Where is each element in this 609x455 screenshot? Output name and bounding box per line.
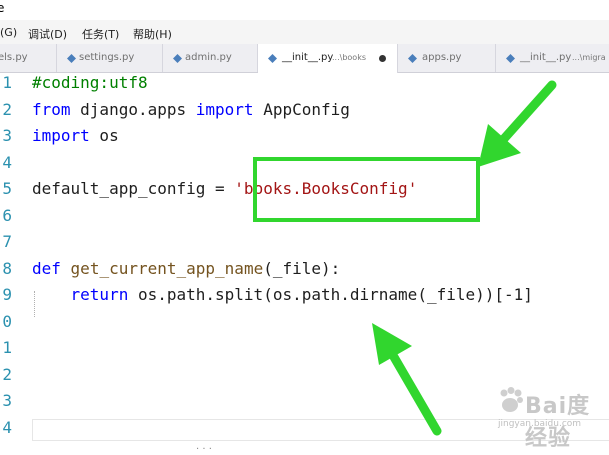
watermark-url: jingyan.baidu.com (498, 419, 582, 429)
arrow-top-right (478, 80, 557, 167)
baidu-jingyan-watermark: Bai度经验 jingyan.baidu.com (494, 383, 604, 451)
arrow-bottom (372, 323, 442, 436)
paw-logo-icon (500, 387, 523, 412)
